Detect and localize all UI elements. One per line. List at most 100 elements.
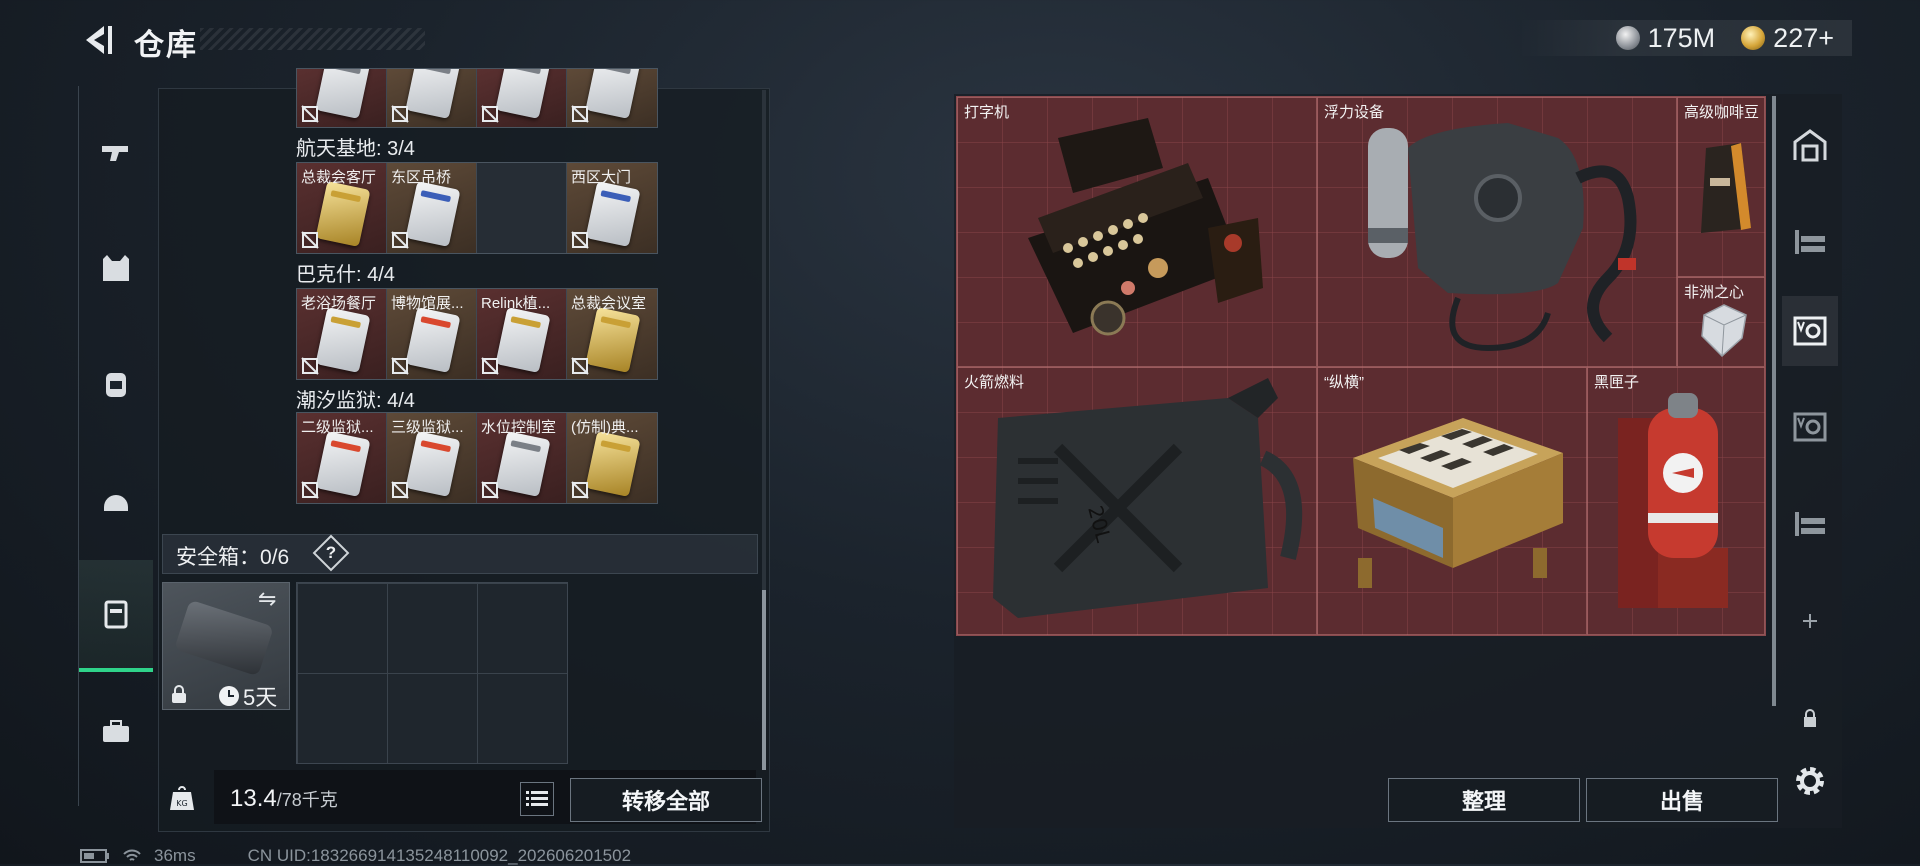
item-chess-set[interactable]: “纵横” (1317, 367, 1587, 635)
gold-coin-icon (1741, 26, 1766, 50)
no-drop-icon (571, 105, 589, 123)
warehouse-grid[interactable]: 打字机 浮力设备 高级咖啡豆 非洲之心 火箭燃料 20L “纵横” 黑匣子 (956, 96, 1766, 636)
safe-box-grid[interactable] (296, 582, 568, 764)
keycard-image (315, 431, 371, 497)
settings-gear-icon (1796, 767, 1824, 795)
shelf-icon (1795, 230, 1825, 254)
gun-icon (102, 146, 128, 161)
keycard-image (495, 307, 551, 373)
keycard-image (315, 69, 371, 119)
no-drop-icon (391, 105, 409, 123)
backpack-icon (106, 373, 126, 397)
storage-v-icon (1793, 412, 1827, 442)
keycard-image (585, 181, 641, 247)
item-typewriter[interactable]: 打字机 (957, 97, 1317, 367)
swap-icon[interactable]: ⇋ (258, 586, 276, 612)
item-buoyancy-device[interactable]: 浮力设备 (1317, 97, 1677, 367)
settings-button[interactable] (1782, 746, 1838, 816)
helmet-icon (104, 495, 128, 511)
keycard-name: 水位控制室 (481, 419, 557, 436)
item-name: 高级咖啡豆 (1684, 104, 1760, 121)
item-premium-coffee[interactable]: 高级咖啡豆 (1677, 97, 1765, 277)
transfer-all-button[interactable]: 转移全部 (570, 778, 762, 822)
item-rocket-fuel[interactable]: 火箭燃料 20L (957, 367, 1317, 635)
list-view-button[interactable] (520, 782, 554, 816)
no-drop-icon (391, 357, 409, 375)
keycard-grid: 老浴场餐厅 博物馆展... Relink植... 总裁会议室 (296, 288, 658, 380)
keycard-slot[interactable]: 博物馆展... (387, 289, 477, 379)
keycard-image (405, 69, 461, 119)
safe-box-icon (104, 600, 128, 629)
keycard-slot[interactable]: 二级监狱... (297, 413, 387, 503)
no-drop-icon (481, 357, 499, 375)
no-drop-icon (571, 481, 589, 499)
fuel-canister-icon: 20L (993, 378, 1303, 618)
stash-home-icon (1793, 129, 1827, 162)
keycard-name: 东区吊桥 (391, 169, 452, 186)
storage-v-icon-active (1793, 316, 1827, 346)
add-icon (1803, 614, 1817, 628)
keycard-slot[interactable]: (仿制)典... (567, 413, 657, 503)
keycard-name: 二级监狱... (301, 419, 374, 436)
black-box-icon (1618, 393, 1728, 608)
stash-scroll-thumb[interactable] (762, 590, 766, 770)
item-name: 非洲之心 (1684, 284, 1745, 301)
tab-helmet[interactable] (79, 444, 153, 556)
keycard-grid (296, 68, 658, 128)
keycard-image (585, 307, 641, 373)
item-name: “纵横” (1324, 374, 1364, 391)
keycard-slot[interactable]: Relink植... (477, 289, 567, 379)
lock-icon (1804, 709, 1816, 727)
no-drop-icon (571, 231, 589, 249)
tab-shelf-1[interactable] (1782, 206, 1838, 276)
no-drop-icon (391, 481, 409, 499)
back-arrow-icon[interactable] (78, 22, 114, 58)
keycard-slot[interactable]: 总裁会客厅 (297, 163, 387, 253)
tab-weapons[interactable] (79, 96, 153, 208)
no-drop-icon (571, 357, 589, 375)
sell-button[interactable]: 出售 (1586, 778, 1778, 822)
gold-currency-value[interactable]: 227+ (1773, 23, 1834, 54)
keycard-slot[interactable] (297, 69, 387, 127)
tab-safe-box[interactable] (79, 560, 153, 672)
tab-armor[interactable] (79, 212, 153, 324)
warehouse-scrollbar[interactable] (1772, 96, 1776, 706)
tab-storage-active[interactable] (1782, 296, 1838, 366)
keycard-slot[interactable] (567, 69, 657, 127)
keycard-name: 西区大门 (571, 169, 632, 186)
item-black-box[interactable]: 黑匣子 (1587, 367, 1765, 635)
silver-coin-icon (1615, 26, 1640, 50)
lock-icon (172, 685, 186, 703)
tab-stash-home[interactable] (1782, 110, 1838, 180)
empty-slot[interactable] (477, 163, 567, 253)
battery-icon (80, 849, 109, 863)
organize-button[interactable]: 整理 (1388, 778, 1580, 822)
add-storage-button[interactable] (1782, 586, 1838, 656)
silver-currency-value: 175M (1647, 22, 1716, 53)
tab-storage-2[interactable] (1782, 392, 1838, 462)
tab-toolbox[interactable] (79, 676, 153, 788)
keycard-slot[interactable]: 总裁会议室 (567, 289, 657, 379)
keycard-slot[interactable]: 西区大门 (567, 163, 657, 253)
keycard-slot[interactable]: 三级监狱... (387, 413, 477, 503)
buoyancy-device-icon (1368, 123, 1637, 352)
tab-backpack[interactable] (79, 328, 153, 440)
keycard-image (495, 431, 551, 497)
chess-board-icon (1353, 418, 1563, 588)
keycard-slot[interactable] (477, 69, 567, 127)
category-tabs (78, 86, 153, 806)
tab-shelf-2[interactable] (1782, 488, 1838, 558)
keycard-slot[interactable]: 东区吊桥 (387, 163, 477, 253)
keycard-grid: 二级监狱... 三级监狱... 水位控制室 (仿制)典... (296, 412, 658, 504)
keycard-slot[interactable]: 老浴场餐厅 (297, 289, 387, 379)
keycard-slot[interactable]: 水位控制室 (477, 413, 567, 503)
expiry-timer: 5天 (218, 680, 277, 712)
help-icon-glyph[interactable]: ? (318, 540, 344, 566)
svg-text:KG: KG (176, 799, 187, 808)
keycard-name: (仿制)典... (571, 419, 639, 436)
lock-storage-button[interactable] (1782, 684, 1838, 754)
keycard-image (405, 181, 461, 247)
item-heart-of-africa[interactable]: 非洲之心 (1677, 277, 1765, 367)
keycard-image (495, 69, 551, 119)
keycard-slot[interactable] (387, 69, 477, 127)
